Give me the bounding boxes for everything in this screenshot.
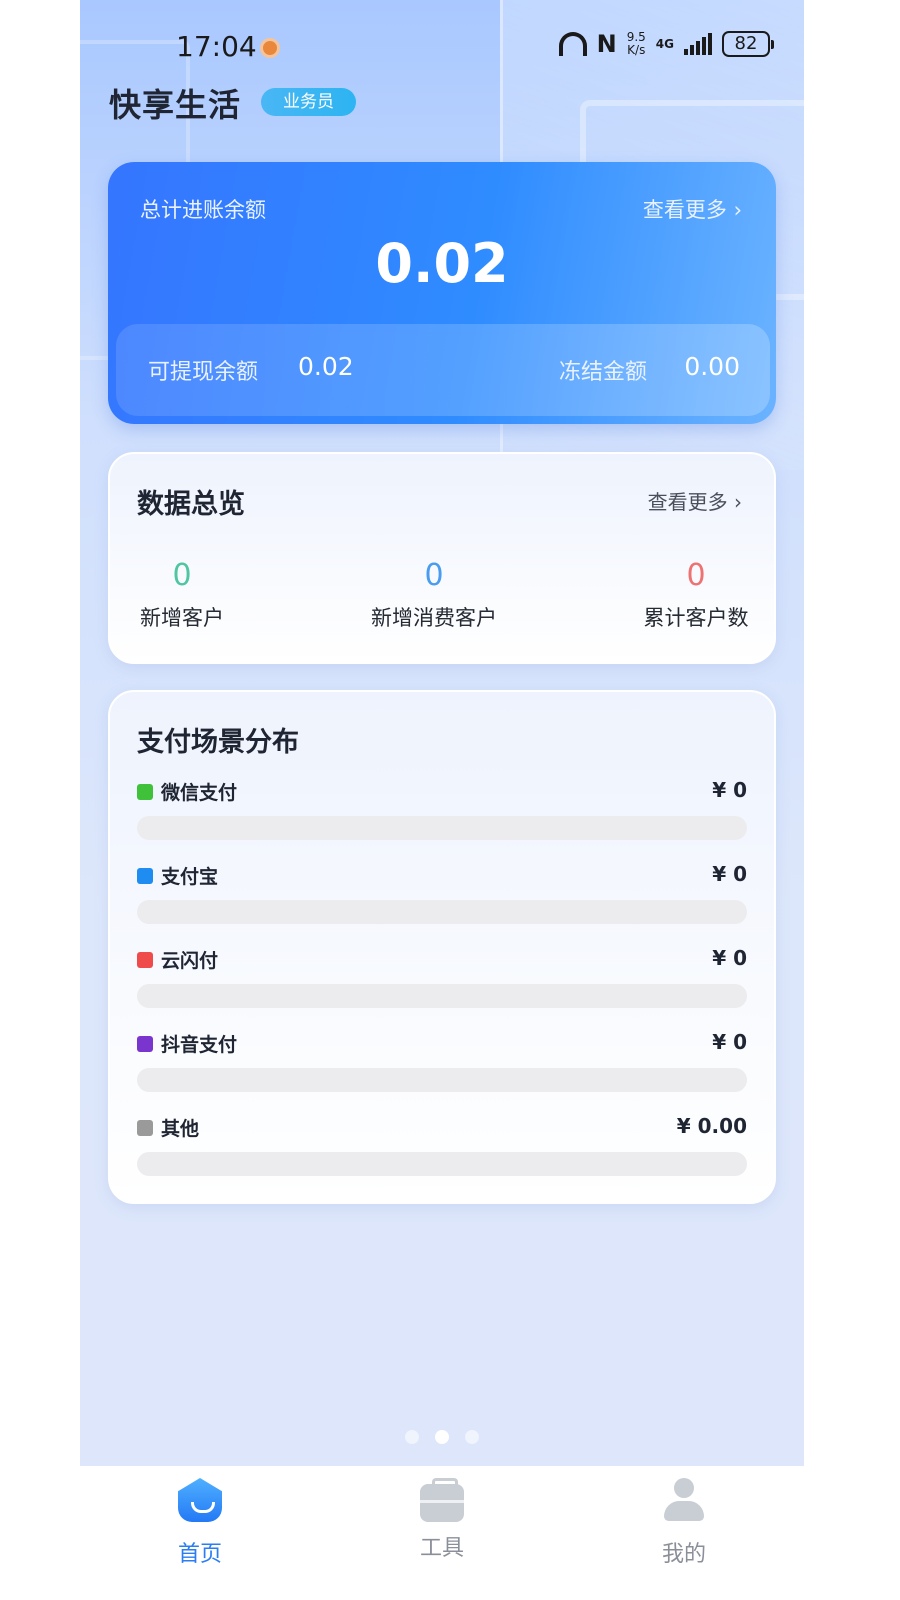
balance-view-more-link[interactable]: 查看更多 ›	[643, 194, 742, 224]
nav-home[interactable]: 首页	[140, 1478, 260, 1568]
role-badge: 业务员	[261, 88, 356, 116]
payment-progress-bar	[137, 1152, 747, 1176]
payment-amount: ¥ 0	[712, 862, 747, 886]
payment-method-name: 云闪付	[161, 950, 219, 972]
page-dot	[435, 1430, 449, 1444]
legend-swatch	[137, 784, 153, 800]
stat-total-customers[interactable]: 0 累计客户数	[640, 558, 752, 632]
legend-swatch	[137, 952, 153, 968]
stat-new-customers[interactable]: 0 新增客户	[137, 558, 227, 632]
stat-new-paying-customers[interactable]: 0 新增消费客户	[366, 558, 502, 632]
balance-breakdown: 可提现余额 0.02 冻结金额 0.00	[116, 324, 770, 416]
signal-icon	[684, 33, 712, 55]
payment-progress-bar	[137, 900, 747, 924]
app-screen: 17:04 N 9.5 K/s 4G 82 快享生活 业务员 总计进账余额 查看…	[80, 0, 804, 1600]
payment-amount: ¥ 0.00	[676, 1114, 747, 1138]
payment-progress-bar	[137, 984, 747, 1008]
balance-label: 总计进账余额	[140, 198, 266, 222]
withdrawable-value: 0.02	[298, 352, 354, 381]
user-icon	[662, 1478, 706, 1522]
payment-progress-bar	[137, 1068, 747, 1092]
stat-value: 0	[686, 558, 706, 593]
stat-label: 新增消费客户	[371, 606, 497, 630]
network-speed-unit: K/s	[627, 43, 646, 57]
payment-row: 其他 ¥ 0.00	[137, 1114, 747, 1176]
legend-swatch	[137, 1120, 153, 1136]
balance-amount: 0.02	[375, 232, 509, 295]
overview-title: 数据总览	[137, 489, 245, 520]
nav-tools-label: 工具	[419, 1536, 464, 1561]
stat-value: 0	[424, 558, 444, 593]
payment-amount: ¥ 0	[712, 778, 747, 802]
page-dot	[405, 1430, 419, 1444]
stat-label: 累计客户数	[643, 606, 749, 630]
legend-swatch	[137, 1036, 153, 1052]
nav-mine[interactable]: 我的	[624, 1478, 744, 1568]
payment-method-name: 抖音支付	[161, 1034, 238, 1056]
data-overview-card: 数据总览 查看更多 › 0 新增客户 0 新增消费客户 0 累计客户数	[108, 452, 776, 664]
nav-home-label: 首页	[177, 1542, 222, 1567]
payment-amount: ¥ 0	[712, 1030, 747, 1054]
payment-row: 抖音支付 ¥ 0	[137, 1030, 747, 1092]
status-time: 17:04	[176, 30, 257, 63]
payment-title: 支付场景分布	[137, 727, 299, 758]
frozen-value: 0.00	[684, 352, 740, 381]
overview-view-more-link[interactable]: 查看更多 ›	[648, 486, 742, 515]
balance-card[interactable]: 总计进账余额 查看更多 › 0.02 可提现余额 0.02 冻结金额 0.00	[108, 162, 776, 424]
withdrawable-label: 可提现余额	[148, 360, 259, 385]
network-speed: 9.5 K/s	[627, 31, 646, 57]
stat-value: 0	[172, 558, 192, 593]
toolbox-icon	[420, 1478, 464, 1522]
payment-amount: ¥ 0	[712, 946, 747, 970]
network-type: 4G	[655, 37, 674, 51]
frozen-label: 冻结金额	[559, 360, 648, 385]
payment-row: 支付宝 ¥ 0	[137, 862, 747, 924]
battery-icon: 82	[722, 31, 774, 57]
app-title: 快享生活	[109, 86, 242, 124]
payment-method-name: 其他	[161, 1118, 200, 1140]
bottom-navigation: 首页 工具 我的	[80, 1466, 804, 1600]
speedometer-icon	[558, 32, 587, 56]
stat-label: 新增客户	[140, 606, 224, 630]
payment-method-name: 支付宝	[161, 866, 219, 888]
status-icons: N 9.5 K/s 4G 82	[558, 30, 774, 58]
page-dot	[465, 1430, 479, 1444]
payment-distribution-card: 支付场景分布 微信支付 ¥ 0 支付宝 ¥ 0 云闪付 ¥ 0 抖音支付 ¥ 0 其他 ¥ 0.0…	[108, 690, 776, 1204]
home-icon	[178, 1478, 222, 1522]
page-indicator	[80, 1430, 804, 1444]
legend-swatch	[137, 868, 153, 884]
nav-tools[interactable]: 工具	[382, 1478, 502, 1562]
notification-app-icon	[260, 38, 280, 58]
payment-row: 云闪付 ¥ 0	[137, 946, 747, 1008]
payment-method-name: 微信支付	[161, 782, 238, 804]
nfc-icon: N	[596, 30, 617, 58]
nav-mine-label: 我的	[661, 1542, 706, 1567]
payment-row: 微信支付 ¥ 0	[137, 778, 747, 840]
payment-progress-bar	[137, 816, 747, 840]
